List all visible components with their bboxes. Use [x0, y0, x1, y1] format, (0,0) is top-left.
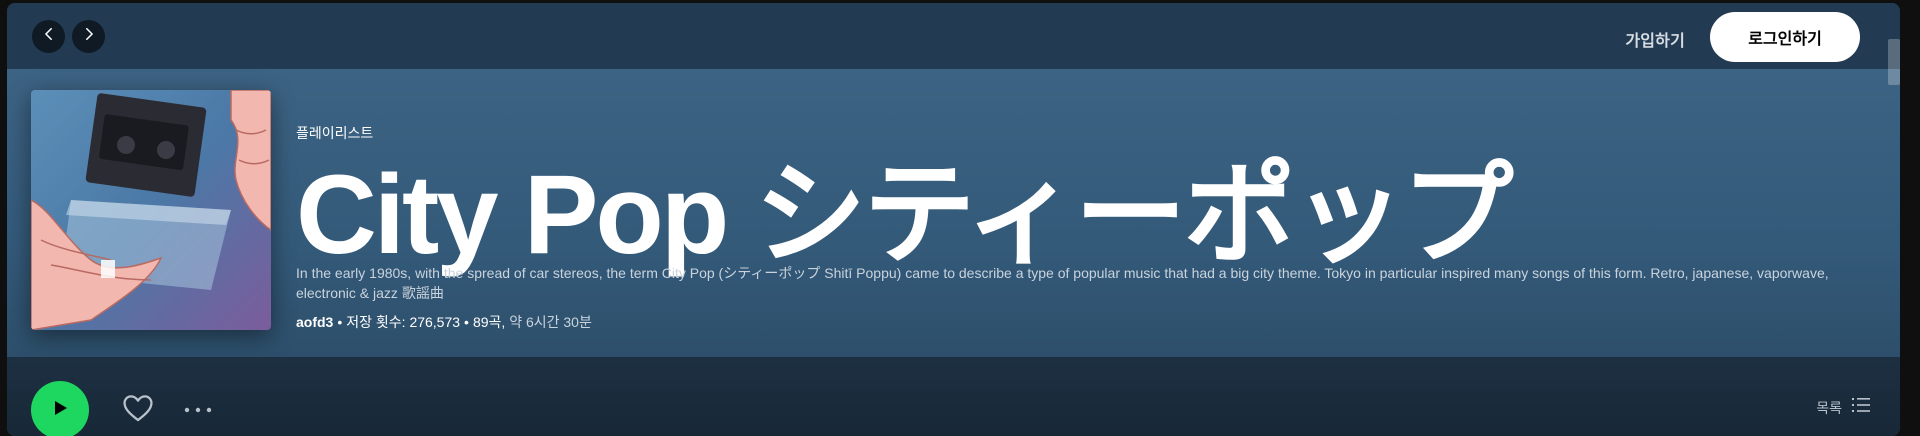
playlist-duration: 약 6시간 30분	[509, 314, 592, 330]
like-button[interactable]	[121, 391, 155, 425]
playlist-description: In the early 1980s, with the spread of c…	[296, 265, 1829, 301]
playlist-kind-label: 플레이리스트	[296, 125, 374, 141]
play-icon	[50, 398, 70, 423]
play-button[interactable]	[31, 381, 89, 436]
chevron-left-icon	[42, 27, 56, 46]
more-options-button[interactable]	[183, 402, 213, 413]
heart-icon	[121, 395, 155, 429]
back-button[interactable]	[32, 20, 65, 53]
separator-dot: •	[464, 314, 469, 330]
playlist-cover-image	[31, 90, 271, 330]
app-window: 가입하기 로그인하기 플레이리스트 City Pop シティーポップ In th…	[0, 0, 1920, 436]
playlist-header: 플레이리스트 City Pop シティーポップ In the early 198…	[7, 69, 1900, 357]
playlist-song-count: 89곡,	[472, 314, 506, 330]
playlist-title: City Pop シティーポップ	[296, 152, 1514, 277]
separator-dot: •	[337, 314, 343, 330]
list-icon	[1852, 397, 1870, 418]
vertical-scrollbar[interactable]	[1888, 39, 1900, 85]
playlist-saves: 저장 횟수: 276,573	[346, 314, 461, 330]
action-bar: 목록	[7, 357, 1900, 436]
view-mode-toggle[interactable]: 목록	[1816, 397, 1870, 418]
main-view: 가입하기 로그인하기 플레이리스트 City Pop シティーポップ In th…	[7, 3, 1900, 436]
view-mode-label: 목록	[1816, 399, 1842, 416]
playlist-meta: aofd3 • 저장 횟수: 276,573 • 89곡, 약 6시간 30분	[296, 312, 592, 332]
login-button[interactable]: 로그인하기	[1710, 12, 1860, 62]
chevron-right-icon	[82, 27, 96, 46]
more-icon	[183, 402, 213, 419]
playlist-owner-link[interactable]: aofd3	[296, 314, 333, 330]
signup-link[interactable]: 가입하기	[1625, 27, 1685, 51]
forward-button[interactable]	[72, 20, 105, 53]
top-bar: 가입하기 로그인하기	[7, 3, 1900, 69]
